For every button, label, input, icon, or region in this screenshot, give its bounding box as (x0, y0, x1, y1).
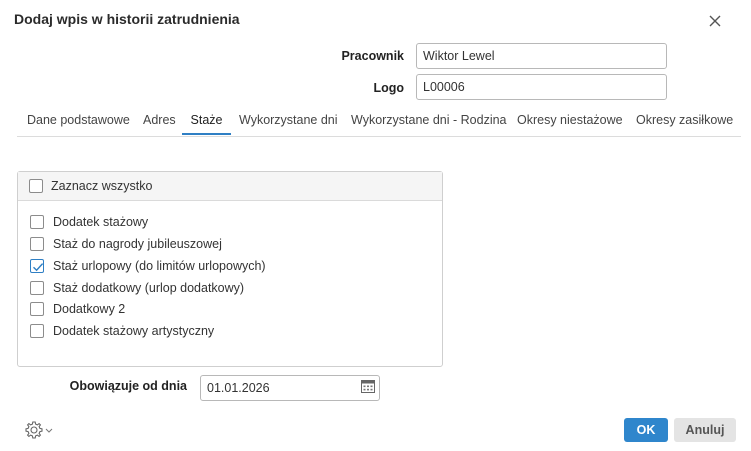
checkbox-dodatkowy-2[interactable] (30, 302, 44, 316)
checkbox-staz-urlopowy[interactable] (30, 259, 44, 273)
checkbox-dodatek-stazowy-artystyczny[interactable] (30, 324, 44, 338)
checkbox-label: Dodatkowy 2 (53, 302, 126, 316)
valid-from-label: Obowiązuje od dnia (69, 379, 187, 393)
tab-adres[interactable]: Adres (143, 108, 176, 135)
select-all-label: Zaznacz wszystko (51, 179, 153, 193)
tab-okresy-zasilkowe[interactable]: Okresy zasiłkowe (636, 108, 733, 135)
checkbox-label: Staż dodatkowy (urlop dodatkowy) (53, 281, 245, 295)
gear-icon[interactable] (25, 421, 53, 439)
valid-from-date-input[interactable]: 01.01.2026 (200, 375, 380, 401)
tab-staze[interactable]: Staże (182, 108, 231, 135)
tab-okresy-niestazowe[interactable]: Okresy niestażowe (517, 108, 623, 135)
checkbox-label: Dodatek stażowy artystyczny (53, 324, 215, 338)
staze-panel: Zaznacz wszystko Dodatek stażowy Staż do… (17, 171, 443, 367)
tab-wykorzystane-dni-rodzina[interactable]: Wykorzystane dni - Rodzina (351, 108, 507, 135)
dialog-title: Dodaj wpis w historii zatrudnienia (14, 11, 240, 27)
ok-button[interactable]: OK (624, 418, 668, 442)
logo-input[interactable]: L00006 (416, 74, 667, 100)
checkbox-staz-nagroda-jubileuszowa[interactable] (30, 237, 44, 251)
checkbox-label: Staż do nagrody jubileuszowej (53, 237, 222, 251)
tab-dane-podstawowe[interactable]: Dane podstawowe (27, 108, 130, 135)
tab-bar: Dane podstawowe Adres Staże Wykorzystane… (17, 108, 741, 137)
checkbox-label: Staż urlopowy (do limitów urlopowych) (53, 259, 266, 273)
checkbox-label: Dodatek stażowy (53, 215, 149, 229)
logo-label: Logo (373, 81, 404, 95)
close-icon[interactable] (706, 12, 724, 30)
checkmark-icon (33, 263, 44, 272)
calendar-icon[interactable] (361, 379, 375, 393)
checkbox-dodatek-stazowy[interactable] (30, 215, 44, 229)
cancel-button[interactable]: Anuluj (674, 418, 736, 442)
pracownik-input[interactable]: Wiktor Lewel (416, 43, 667, 69)
panel-header: Zaznacz wszystko (18, 172, 442, 201)
checkbox-staz-dodatkowy[interactable] (30, 281, 44, 295)
tab-wykorzystane-dni[interactable]: Wykorzystane dni (239, 108, 338, 135)
select-all-checkbox[interactable] (29, 179, 43, 193)
pracownik-label: Pracownik (341, 49, 404, 63)
